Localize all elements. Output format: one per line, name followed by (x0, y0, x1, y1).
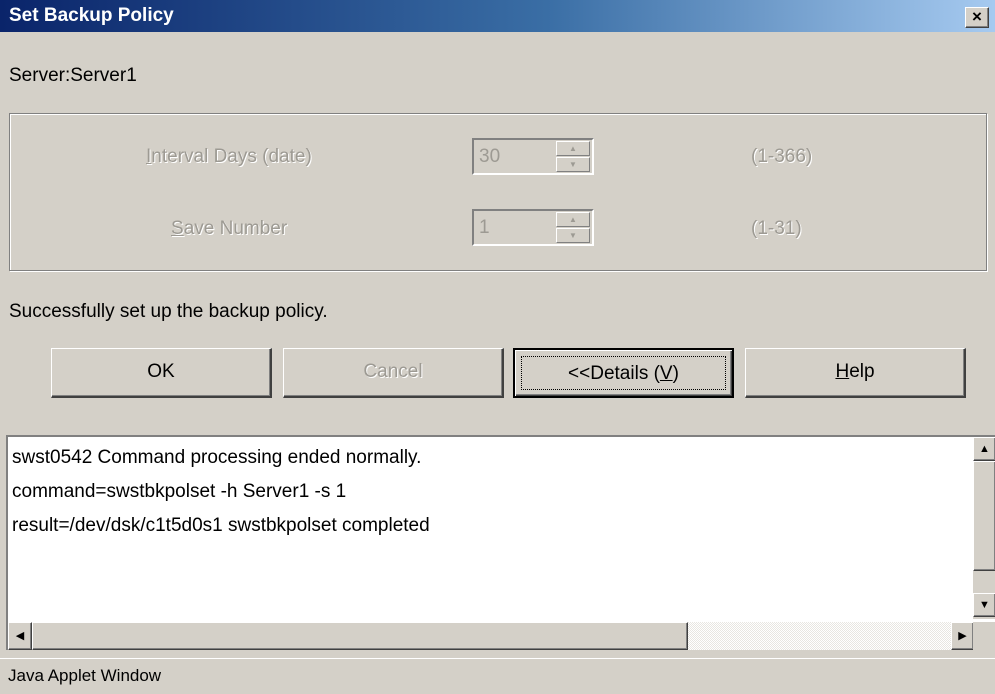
save-number-range: (1-31) (751, 218, 802, 239)
scroll-up-icon[interactable]: ▲ (973, 437, 995, 461)
spin-up-icon[interactable]: ▲ (556, 212, 590, 227)
server-label: Server:Server1 (9, 65, 137, 86)
details-button[interactable]: <<Details (V) (513, 348, 734, 398)
interval-spin-arrows: ▲ ▼ (556, 141, 590, 172)
title-bar: Set Backup Policy × (0, 0, 995, 34)
log-line: result=/dev/dsk/c1t5d0s1 swstbkpolset co… (12, 515, 430, 536)
ok-button[interactable]: OK (51, 348, 272, 398)
interval-days-value[interactable]: 30 (479, 146, 500, 168)
vertical-scrollbar[interactable]: ▲ ▼ (973, 437, 995, 619)
spin-down-icon[interactable]: ▼ (556, 228, 590, 243)
spin-down-icon[interactable]: ▼ (556, 157, 590, 172)
window-title: Set Backup Policy (9, 5, 174, 26)
interval-days-spinner[interactable]: 30 ▲ ▼ (472, 138, 594, 175)
horizontal-scrollbar[interactable]: ◀ ▶ (8, 622, 974, 650)
horizontal-scroll-track[interactable] (32, 622, 951, 650)
scroll-left-icon[interactable]: ◀ (8, 622, 32, 650)
log-line: command=swstbkpolset -h Server1 -s 1 (12, 481, 347, 502)
scroll-right-icon[interactable]: ▶ (951, 622, 974, 650)
footer-text: Java Applet Window (8, 666, 162, 685)
details-focus-rect: <<Details (V) (521, 356, 726, 390)
save-number-spinner[interactable]: 1 ▲ ▼ (472, 209, 594, 246)
interval-days-range: (1-366) (751, 146, 813, 167)
log-line: swst0542 Command processing ended normal… (12, 447, 422, 468)
interval-days-label: Interval Days (date) (146, 146, 312, 167)
log-textarea[interactable]: swst0542 Command processing ended normal… (6, 435, 995, 650)
status-message: Successfully set up the backup policy. (9, 301, 328, 322)
save-number-value[interactable]: 1 (479, 217, 490, 239)
save-spin-arrows: ▲ ▼ (556, 212, 590, 243)
cancel-button[interactable]: Cancel (283, 348, 504, 398)
horizontal-scroll-thumb[interactable] (32, 622, 688, 650)
scroll-corner (973, 622, 995, 650)
policy-group: Interval Days (date) 30 ▲ ▼ (1-366) Save… (9, 113, 987, 271)
applet-footer: Java Applet Window (0, 658, 995, 694)
save-number-label: Save Number (171, 218, 288, 239)
scroll-down-icon[interactable]: ▼ (973, 593, 995, 617)
vertical-scroll-thumb[interactable] (973, 461, 995, 571)
spin-up-icon[interactable]: ▲ (556, 141, 590, 156)
log-text: swst0542 Command processing ended normal… (12, 441, 430, 543)
close-icon: × (972, 7, 982, 26)
close-button[interactable]: × (965, 7, 989, 28)
help-button[interactable]: Help (745, 348, 966, 398)
